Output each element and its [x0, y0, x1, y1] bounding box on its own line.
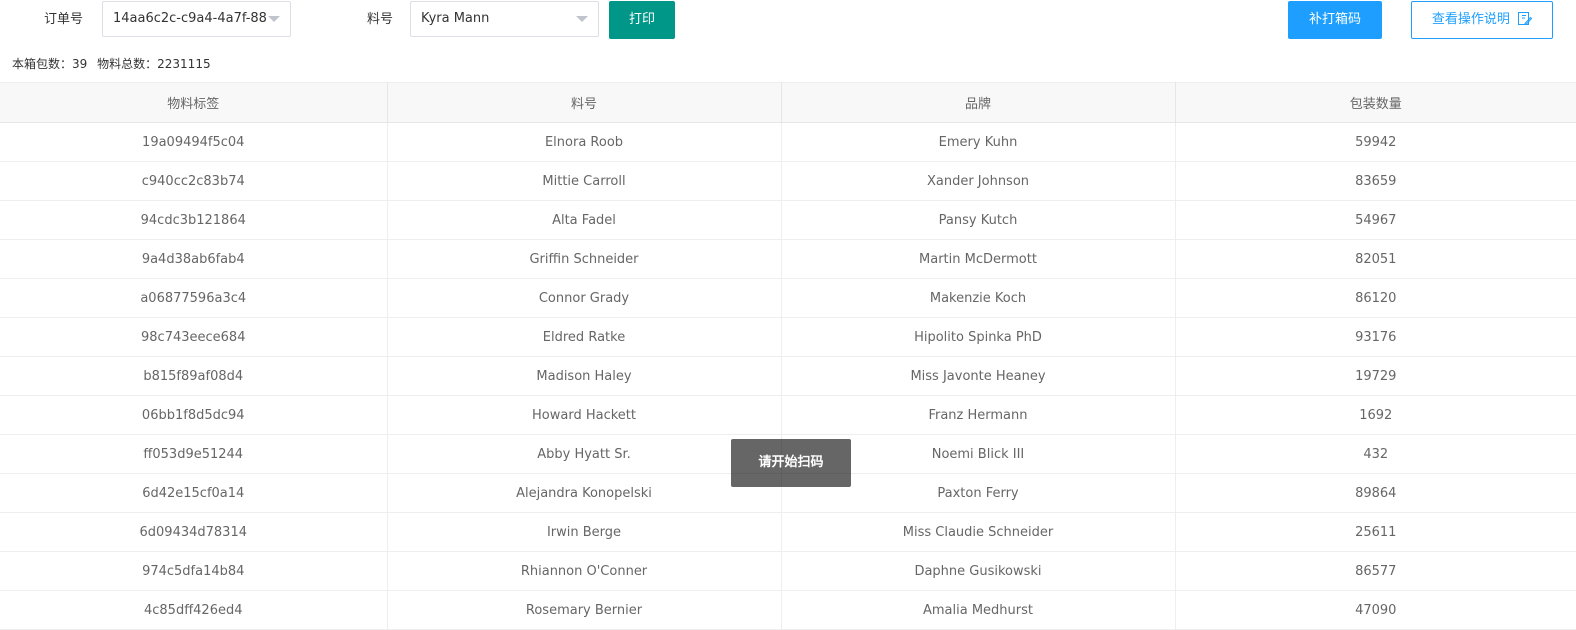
- reprint-box-code-button[interactable]: 补打箱码: [1288, 1, 1382, 39]
- order-number-value: 14aa6c2c-c9a4-4a7f-88: [113, 11, 267, 26]
- package-quantity-cell: 93176: [1175, 317, 1576, 357]
- table-row[interactable]: 6d09434d78314 Irwin Berge Miss Claudie Sch…: [0, 512, 1576, 552]
- table-row[interactable]: 98c743eece684 Eldred Ratke Hipolito Spinka…: [0, 317, 1576, 357]
- material-label-cell: ff053d9e51244: [0, 434, 388, 474]
- box-count: 39: [72, 57, 88, 71]
- part-number-select[interactable]: Kyra Mann: [410, 1, 599, 37]
- part-number-cell: Mittie Carroll: [387, 161, 782, 201]
- part-number-cell: Rosemary Bernier: [387, 590, 782, 630]
- part-number-cell: Alejandra Konopelski: [387, 473, 782, 513]
- material-label-cell: b815f89af08d4: [0, 356, 388, 396]
- brand-cell: Xander Johnson: [781, 161, 1176, 201]
- chevron-down-icon: [576, 16, 588, 22]
- table-row[interactable]: 94cdc3b121864 Alta Fadel Pansy Kutch 54967: [0, 200, 1576, 240]
- table-row[interactable]: 06bb1f8d5dc94 Howard Hackett Franz Hermann…: [0, 395, 1576, 435]
- toolbar: 订单号 14aa6c2c-c9a4-4a7f-88 料号 Kyra Mann 打…: [0, 0, 1576, 40]
- table-row[interactable]: b815f89af08d4 Madison Haley Miss Javonte H…: [0, 356, 1576, 396]
- order-number-label: 订单号: [44, 12, 84, 27]
- package-quantity-cell: 89864: [1175, 473, 1576, 513]
- part-number-cell: Eldred Ratke: [387, 317, 782, 357]
- material-label-cell: 94cdc3b121864: [0, 200, 388, 240]
- view-instructions-label: 查看操作说明: [1431, 12, 1510, 27]
- material-label-cell: 6d09434d78314: [0, 512, 388, 552]
- material-label-cell: a06877596a3c4: [0, 278, 388, 318]
- chevron-down-icon: [268, 16, 280, 22]
- part-number-cell: Irwin Berge: [387, 512, 782, 552]
- table-header-row: 物料标签 料号 品牌 包装数量: [0, 82, 1576, 123]
- material-label-cell: 19a09494f5c04: [0, 122, 388, 162]
- package-quantity-cell: 54967: [1175, 200, 1576, 240]
- part-number-cell: Connor Grady: [387, 278, 782, 318]
- brand-cell: Miss Claudie Schneider: [781, 512, 1176, 552]
- material-label-cell: 6d42e15cf0a14: [0, 473, 388, 513]
- part-number-value: Kyra Mann: [421, 11, 490, 26]
- scan-prompt-toast: 请开始扫码: [731, 439, 851, 487]
- part-number-cell: Rhiannon O'Conner: [387, 551, 782, 591]
- order-number-select[interactable]: 14aa6c2c-c9a4-4a7f-88: [102, 1, 291, 37]
- package-quantity-cell: 1692: [1175, 395, 1576, 435]
- package-quantity-cell: 25611: [1175, 512, 1576, 552]
- package-quantity-cell: 83659: [1175, 161, 1576, 201]
- column-header-brand: 品牌: [781, 82, 1176, 123]
- column-header-material-label: 物料标签: [0, 82, 388, 123]
- table-row[interactable]: 9a4d38ab6fab4 Griffin Schneider Martin McD…: [0, 239, 1576, 279]
- table-row[interactable]: 4c85dff426ed4 Rosemary Bernier Amalia Medh…: [0, 590, 1576, 630]
- table-row[interactable]: 974c5dfa14b84 Rhiannon O'Conner Daphne Gus…: [0, 551, 1576, 591]
- brand-cell: Makenzie Koch: [781, 278, 1176, 318]
- package-quantity-cell: 47090: [1175, 590, 1576, 630]
- brand-cell: Pansy Kutch: [781, 200, 1176, 240]
- box-summary: 本箱包数：39 物料总数：2231115: [12, 54, 211, 74]
- brand-cell: Hipolito Spinka PhD: [781, 317, 1176, 357]
- brand-cell: Amalia Medhurst: [781, 590, 1176, 630]
- brand-cell: Daphne Gusikowski: [781, 551, 1176, 591]
- edit-document-icon: [1518, 12, 1533, 26]
- material-label-cell: 4c85dff426ed4: [0, 590, 388, 630]
- package-quantity-cell: 59942: [1175, 122, 1576, 162]
- column-header-package-quantity: 包装数量: [1175, 82, 1576, 123]
- material-table: 物料标签 料号 品牌 包装数量 19a09494f5c04 Elnora Roob Eme…: [0, 82, 1576, 630]
- view-instructions-button[interactable]: 查看操作说明: [1411, 1, 1553, 39]
- table-row[interactable]: 19a09494f5c04 Elnora Roob Emery Kuhn 59942: [0, 122, 1576, 162]
- package-quantity-cell: 82051: [1175, 239, 1576, 279]
- brand-cell: Franz Hermann: [781, 395, 1176, 435]
- package-quantity-cell: 86120: [1175, 278, 1576, 318]
- print-button[interactable]: 打印: [609, 1, 675, 39]
- material-total: 2231115: [157, 57, 211, 71]
- column-header-part-number: 料号: [387, 82, 782, 123]
- part-number-cell: Abby Hyatt Sr.: [387, 434, 782, 474]
- material-label-cell: 06bb1f8d5dc94: [0, 395, 388, 435]
- brand-cell: Martin McDermott: [781, 239, 1176, 279]
- material-label-cell: c940cc2c83b74: [0, 161, 388, 201]
- material-label-cell: 974c5dfa14b84: [0, 551, 388, 591]
- part-number-cell: Howard Hackett: [387, 395, 782, 435]
- package-quantity-cell: 432: [1175, 434, 1576, 474]
- material-label-cell: 98c743eece684: [0, 317, 388, 357]
- part-number-cell: Alta Fadel: [387, 200, 782, 240]
- package-quantity-cell: 86577: [1175, 551, 1576, 591]
- part-number-cell: Griffin Schneider: [387, 239, 782, 279]
- brand-cell: Miss Javonte Heaney: [781, 356, 1176, 396]
- table-row[interactable]: a06877596a3c4 Connor Grady Makenzie Koch 86…: [0, 278, 1576, 318]
- material-total-label: 物料总数：: [97, 57, 158, 71]
- box-count-label: 本箱包数：: [12, 57, 73, 71]
- brand-cell: Emery Kuhn: [781, 122, 1176, 162]
- part-number-cell: Madison Haley: [387, 356, 782, 396]
- table-row[interactable]: c940cc2c83b74 Mittie Carroll Xander Johnso…: [0, 161, 1576, 201]
- package-quantity-cell: 19729: [1175, 356, 1576, 396]
- part-number-label: 料号: [367, 12, 394, 27]
- table-body: 19a09494f5c04 Elnora Roob Emery Kuhn 59942 c…: [0, 122, 1576, 630]
- material-label-cell: 9a4d38ab6fab4: [0, 239, 388, 279]
- part-number-cell: Elnora Roob: [387, 122, 782, 162]
